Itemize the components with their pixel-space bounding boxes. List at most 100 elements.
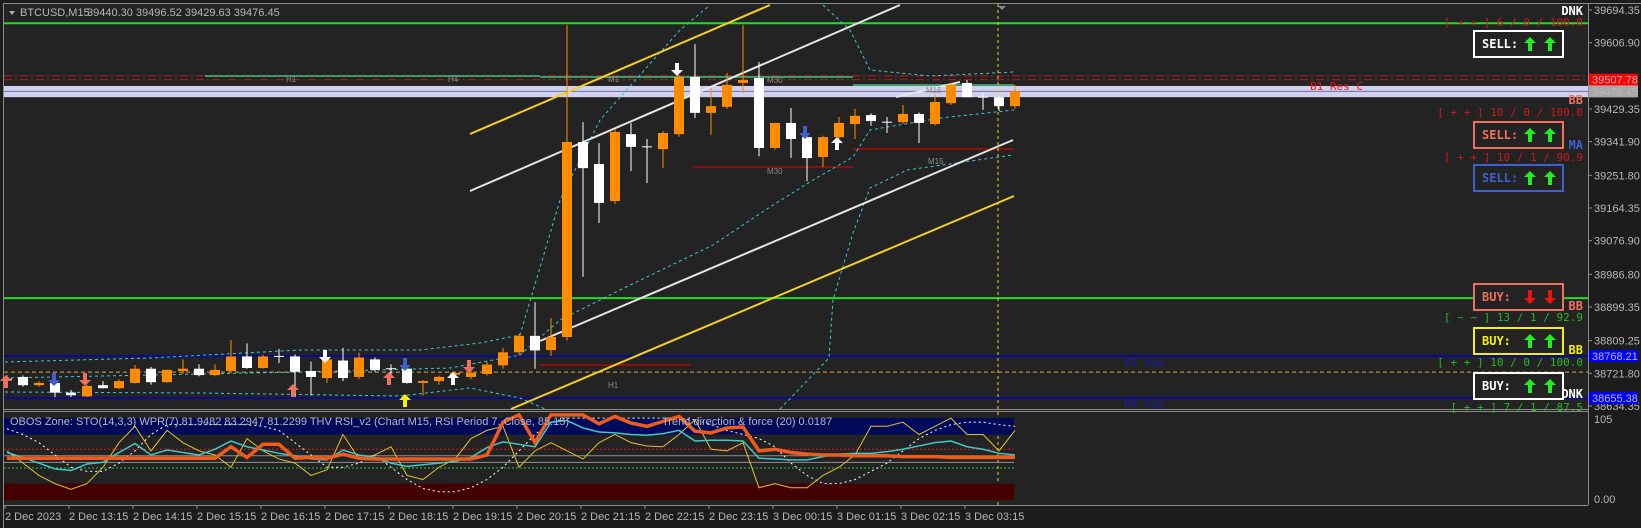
main-chart-area[interactable] <box>4 4 1588 409</box>
candle-body <box>850 115 860 125</box>
candle-body <box>226 356 236 371</box>
candle-body <box>258 356 268 368</box>
candle-body <box>930 102 940 125</box>
candle-body <box>610 131 620 202</box>
candle-body <box>402 368 412 383</box>
candle-body <box>370 359 380 370</box>
candle-body <box>994 97 1004 107</box>
price-marker-label: 39476.45 <box>1592 86 1638 98</box>
h4-support-label: H4 Sup <box>1124 397 1164 410</box>
candle-body <box>82 385 92 397</box>
signal-label: SELL: <box>1482 37 1518 51</box>
signal-label: SELL: <box>1482 128 1518 142</box>
candle <box>946 82 956 106</box>
candle-body <box>466 372 476 377</box>
candle-body <box>674 76 684 135</box>
price-label: 38899.35 <box>1594 302 1640 314</box>
tf-label-m15-low: M15 <box>928 157 944 166</box>
time-label: 2 Dec 19:15 <box>453 511 512 523</box>
subwindow-axis-top: 105 <box>1594 414 1612 426</box>
candle-body <box>690 76 700 113</box>
candle-body <box>98 385 108 389</box>
tf-label-h4: H4 <box>448 75 459 84</box>
time-label: 2 Dec 14:15 <box>133 511 192 523</box>
signal-stats: [ + + ] 10 / 1 / 90.9 <box>1444 151 1583 164</box>
signal-stats: [ + + ] 10 / 0 / 100.0 <box>1437 106 1583 119</box>
time-label: 2 Dec 15:15 <box>197 511 256 523</box>
signal-stats: [ ~ ~ ] 13 / 1 / 92.9 <box>1444 311 1583 324</box>
candle-body <box>754 78 764 148</box>
price-axis[interactable]: 39694.35 39606.90 39429.35 39341.90 39251.80… <box>1588 5 1640 413</box>
candle <box>610 129 620 205</box>
time-label: 3 Dec 01:15 <box>837 511 896 523</box>
candle-body <box>866 115 876 122</box>
tf-label-m30-low: M30 <box>767 167 783 176</box>
candle-body <box>626 134 636 147</box>
candle-body <box>770 122 780 148</box>
time-label: 3 Dec 02:15 <box>901 511 960 523</box>
signal-tag: BB <box>1569 343 1583 357</box>
candle-body <box>338 360 348 379</box>
price-label: 39251.80 <box>1594 170 1640 182</box>
candle-body <box>242 356 252 368</box>
tf-label-h1-low: H1 <box>608 381 619 390</box>
candle-body <box>802 137 812 159</box>
time-label: 2 Dec 18:15 <box>389 511 448 523</box>
signal-label: BUY: <box>1482 290 1511 304</box>
subwindow-legend: OBOS Zone: STO(14,3,3) WPR(7) 81.9482 83… <box>10 416 569 428</box>
candle-body <box>578 141 588 169</box>
tf-label-m15: M15 <box>926 86 942 95</box>
price-marker-label: 38768.21 <box>1592 351 1638 363</box>
candle-body <box>1010 91 1020 107</box>
price-marker-label: 38655.38 <box>1592 393 1638 405</box>
candle-body <box>738 79 748 83</box>
candle-body <box>354 357 364 377</box>
candle-body <box>146 368 156 383</box>
candle-body <box>306 370 316 377</box>
candle <box>674 75 684 137</box>
candle-body <box>818 137 828 157</box>
candle-body <box>562 141 572 337</box>
price-label: 39164.35 <box>1594 203 1640 215</box>
price-label: 38809.25 <box>1594 336 1640 348</box>
price-label: 38721.80 <box>1594 368 1640 380</box>
signal-label: SELL: <box>1482 171 1518 185</box>
signal-stats: [ + + ] 10 / 0 / 100.0 <box>1437 356 1583 369</box>
candle-body <box>914 113 924 123</box>
candle-body <box>418 381 428 383</box>
price-label: 39606.90 <box>1594 38 1640 50</box>
candle-body <box>482 364 492 374</box>
signal-label: BUY: <box>1482 334 1511 348</box>
time-label: 2 Dec 20:15 <box>517 511 576 523</box>
candle-body <box>786 122 796 140</box>
candle <box>18 375 28 387</box>
signal-stats: [ + + ] 7 / 1 / 87.5 <box>1451 401 1583 414</box>
candle-body <box>834 122 844 138</box>
resistance-label: B1 Res C <box>1310 80 1363 93</box>
time-label: 2 Dec 2023 <box>5 511 61 523</box>
time-label: 3 Dec 00:15 <box>773 511 832 523</box>
candle <box>514 333 524 356</box>
tf-label-m30: M30 <box>767 76 783 85</box>
candle-body <box>178 368 188 371</box>
signal-stats: [ + + ] 6 / 0 / 100.0 <box>1444 16 1583 29</box>
candle <box>146 366 156 385</box>
candle-body <box>658 133 668 150</box>
tf-label-h1: H1 <box>286 75 297 84</box>
time-axis[interactable]: 2 Dec 2023 2 Dec 13:15 2 Dec 14:15 2 Dec 15… <box>4 505 1024 523</box>
price-label: 39694.35 <box>1594 5 1640 17</box>
candle-body <box>514 335 524 353</box>
subwindow-axis-bottom: 0.00 <box>1594 494 1615 506</box>
candle-body <box>946 84 956 104</box>
price-label: 39429.35 <box>1594 104 1640 116</box>
time-label: 2 Dec 13:15 <box>69 511 128 523</box>
chart-window[interactable]: H1 H4 M1 M30 M30 M15 M15 H1 B1 Res C H1 … <box>0 0 1641 528</box>
candle-body <box>530 335 540 351</box>
candle <box>770 122 780 150</box>
candle-body <box>706 106 716 113</box>
candle-body <box>18 376 28 386</box>
candle-body <box>722 84 732 107</box>
candle-body <box>290 356 300 372</box>
price-marker-label: 39507.78 <box>1592 75 1638 87</box>
price-label: 39341.90 <box>1594 137 1640 149</box>
